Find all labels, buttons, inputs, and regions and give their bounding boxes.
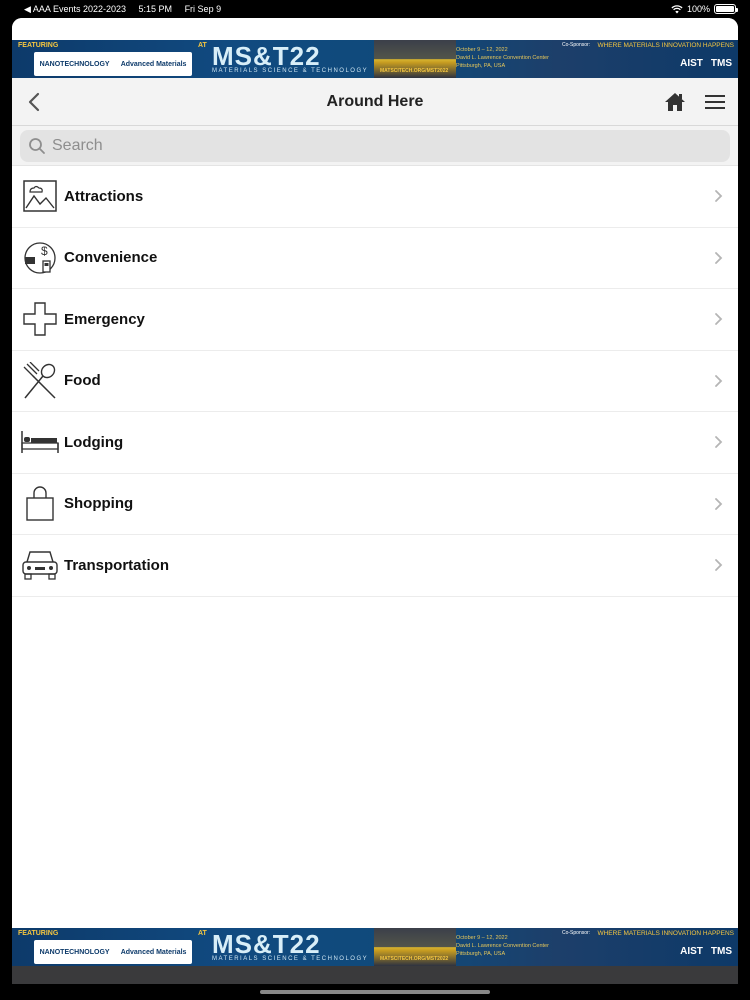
list-item-label: Lodging [64, 433, 124, 451]
logo-aist: AIST [680, 946, 703, 957]
svg-text:$: $ [41, 244, 48, 258]
chevron-right-icon [715, 436, 723, 449]
list-item-attractions[interactable]: Attractions [12, 166, 738, 228]
home-icon [665, 92, 685, 111]
logo-tms: TMS [710, 58, 732, 69]
banner-featuring: FEATURING [18, 930, 59, 937]
list-item-label: Transportation [64, 556, 170, 574]
chevron-left-icon [28, 92, 40, 111]
banner-tagline: WHERE MATERIALS INNOVATION HAPPENS [597, 42, 734, 49]
status-date: Fri Sep 9 [184, 3, 222, 14]
banner-sponsor-box: NANOTECHNOLOGY Advanced Materials [34, 52, 192, 76]
banner-logos: AIST TMS [680, 946, 732, 957]
page-title: Around Here [326, 92, 424, 110]
chevron-right-icon [715, 251, 723, 264]
list-item-convenience[interactable]: $ Convenience [12, 228, 738, 289]
landscape-icon [20, 176, 60, 216]
banner-tagline: WHERE MATERIALS INNOVATION HAPPENS [597, 930, 734, 937]
banner-venue-line: David L. Lawrence Convention Center [456, 943, 549, 949]
nav-bar: Around Here [12, 78, 738, 126]
banner-title: MS&T22 [212, 929, 321, 959]
banner-dates-line: October 9 – 12, 2022 [456, 47, 508, 53]
banner-cosponsor: Co-Sponsor: [562, 42, 591, 48]
banner-adv-materials: Advanced Materials [120, 948, 187, 956]
status-bar: ◀ AAA Events 2022-2023 5:15 PM Fri Sep 9… [0, 0, 750, 18]
list-item-food[interactable]: Food [12, 351, 738, 412]
search-bar [12, 126, 738, 166]
wifi-icon [671, 5, 683, 14]
list-item-shopping[interactable]: Shopping [12, 474, 738, 535]
banner-dates: October 9 – 12, 2022 David L. Lawrence C… [456, 934, 549, 958]
logo-tms: TMS [710, 946, 732, 957]
list-item-label: Food [64, 372, 101, 390]
chevron-right-icon [715, 374, 723, 387]
banner-city-line: Pittsburgh, PA, USA [456, 63, 506, 69]
list-item-label: Attractions [64, 187, 144, 205]
chevron-right-icon [715, 559, 723, 572]
banner-logos: AIST TMS [680, 58, 732, 69]
status-time: 5:15 PM [138, 3, 173, 14]
logo-aist: AIST [680, 58, 703, 69]
search-input[interactable] [52, 137, 722, 155]
banner-at: AT [198, 930, 207, 937]
banner-venue-line: David L. Lawrence Convention Center [456, 55, 549, 61]
hamburger-menu-icon [705, 94, 725, 109]
nav-actions [662, 89, 728, 115]
list-item-transportation[interactable]: Transportation [12, 535, 738, 597]
banner-dates-line: October 9 – 12, 2022 [456, 935, 508, 941]
chevron-right-icon [715, 497, 723, 510]
list-item-label: Convenience [64, 249, 158, 267]
banner-city-line: Pittsburgh, PA, USA [456, 951, 506, 957]
banner-cosponsor: Co-Sponsor: [562, 930, 591, 936]
menu-button[interactable] [702, 89, 728, 115]
status-right: 100% [671, 4, 738, 14]
banner-title: MS&T22 [212, 41, 321, 71]
app-window: FEATURING NANOTECHNOLOGY Advanced Materi… [12, 18, 738, 984]
bottom-toolbar [12, 966, 738, 984]
banner-subtitle: MATERIALS SCIENCE & TECHNOLOGY [212, 956, 369, 962]
list-item-label: Shopping [64, 495, 134, 513]
banner-adv-materials: Advanced Materials [120, 60, 187, 68]
search-box[interactable] [20, 130, 730, 162]
bed-icon [20, 422, 60, 462]
utensils-icon [20, 361, 60, 401]
chevron-right-icon [715, 190, 723, 203]
banner-url: MATSCITECH.ORG/MST2022 [380, 68, 449, 74]
status-left: ◀ AAA Events 2022-2023 5:15 PM Fri Sep 9 [24, 4, 231, 15]
ad-banner-top[interactable]: FEATURING NANOTECHNOLOGY Advanced Materi… [12, 40, 738, 78]
banner-dates: October 9 – 12, 2022 David L. Lawrence C… [456, 46, 549, 70]
category-list: Attractions $ Convenience Emergency Food [12, 166, 738, 597]
ad-banner-bottom[interactable]: FEATURING NANOTECHNOLOGY Advanced Materi… [12, 928, 738, 966]
cross-icon [20, 299, 60, 339]
banner-at: AT [198, 42, 207, 49]
banner-nano-show: NANOTECHNOLOGY [39, 948, 110, 956]
battery-icon [714, 4, 738, 14]
battery-percent: 100% [686, 4, 710, 14]
banner-url: MATSCITECH.ORG/MST2022 [380, 956, 449, 962]
money-gas-icon: $ [20, 238, 60, 278]
list-item-emergency[interactable]: Emergency [12, 289, 738, 351]
banner-subtitle: MATERIALS SCIENCE & TECHNOLOGY [212, 68, 369, 74]
banner-nano-show: NANOTECHNOLOGY [39, 60, 110, 68]
car-icon [20, 545, 60, 585]
home-indicator[interactable] [260, 990, 490, 994]
banner-sponsor-box: NANOTECHNOLOGY Advanced Materials [34, 940, 192, 964]
chevron-right-icon [715, 313, 723, 326]
shopping-bag-icon [20, 484, 60, 524]
search-icon [29, 138, 45, 154]
list-item-lodging[interactable]: Lodging [12, 412, 738, 474]
back-button[interactable] [22, 90, 46, 114]
list-item-label: Emergency [64, 310, 145, 328]
back-to-app-link[interactable]: ◀ AAA Events 2022-2023 [24, 4, 126, 14]
banner-featuring: FEATURING [18, 42, 59, 49]
home-button[interactable] [662, 89, 688, 115]
